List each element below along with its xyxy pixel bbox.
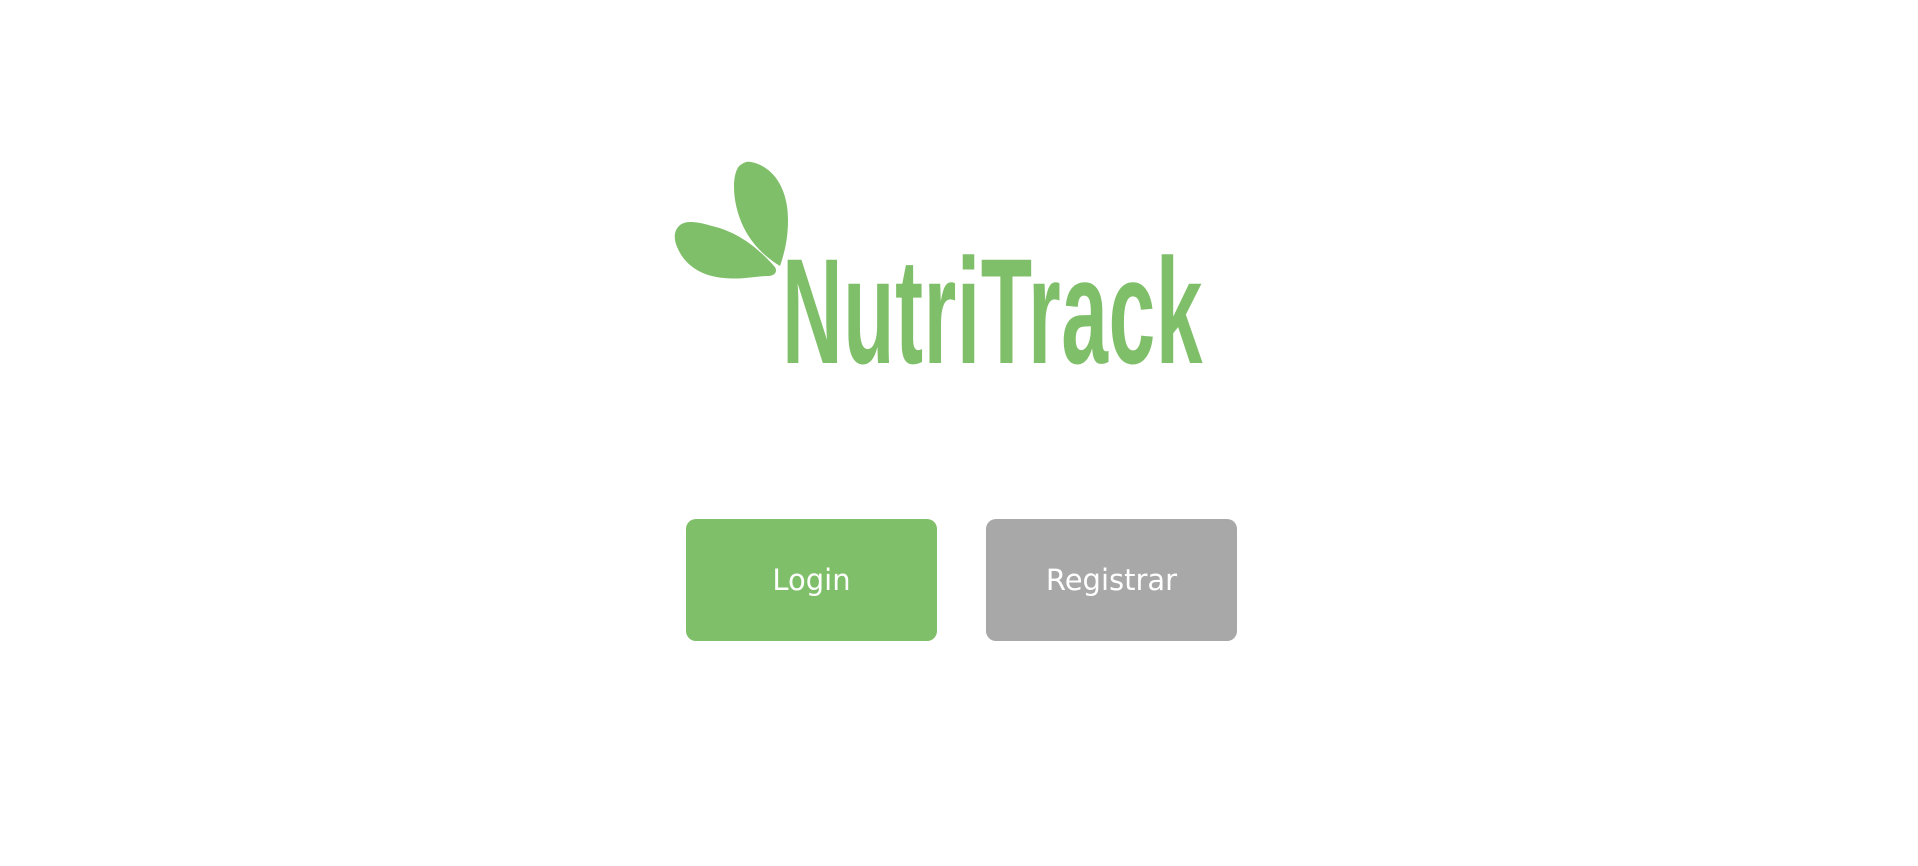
nutritrack-logo: NutriTrack — [670, 150, 1270, 390]
login-button-label: Login — [772, 563, 851, 597]
brand-wordmark: NutriTrack — [782, 227, 1204, 395]
register-button-label: Registrar — [1045, 563, 1178, 597]
login-button[interactable]: Login — [686, 519, 937, 641]
leaf-icon — [674, 222, 776, 279]
register-button[interactable]: Registrar — [986, 519, 1237, 641]
